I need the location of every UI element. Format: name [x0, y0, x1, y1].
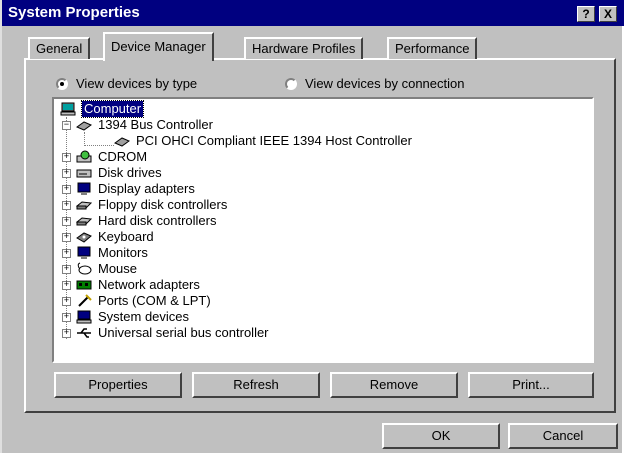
- keyboard-icon: [76, 232, 92, 243]
- tab-device-manager[interactable]: Device Manager: [103, 32, 214, 61]
- bus-icon: [76, 121, 92, 131]
- tree-item[interactable]: Floppy disk controllers: [76, 197, 227, 213]
- expand-toggle[interactable]: +: [62, 233, 71, 242]
- controller-icon: [76, 217, 92, 226]
- expand-toggle[interactable]: +: [62, 185, 71, 194]
- tree-item-label: Ports (COM & LPT): [98, 293, 211, 308]
- tree-item-label: Display adapters: [98, 181, 195, 196]
- tree-item-label: Hard disk controllers: [98, 213, 217, 228]
- tree-item[interactable]: CDROM: [76, 149, 147, 165]
- display-icon: [77, 182, 91, 195]
- tree-child-item[interactable]: PCI OHCI Compliant IEEE 1394 Host Contro…: [114, 133, 412, 149]
- system-icon: [76, 310, 92, 324]
- expand-toggle[interactable]: +: [62, 329, 71, 338]
- computer-icon: [60, 102, 76, 116]
- refresh-button[interactable]: Refresh: [192, 372, 320, 398]
- cancel-button[interactable]: Cancel: [508, 423, 618, 449]
- system-properties-window: System Properties ? X General Device Man…: [0, 0, 624, 453]
- disk-icon: [76, 169, 92, 178]
- tree-line-child-h: [84, 145, 114, 146]
- monitor-icon: [77, 246, 91, 259]
- remove-button[interactable]: Remove: [330, 372, 458, 398]
- expand-toggle[interactable]: +: [62, 281, 71, 290]
- expand-toggle[interactable]: +: [62, 153, 71, 162]
- tree-item[interactable]: Monitors: [76, 245, 148, 261]
- controller-icon: [76, 201, 92, 210]
- tree-item-label: 1394 Bus Controller: [98, 117, 213, 132]
- view-by-type-label: View devices by type: [76, 76, 198, 91]
- view-by-type-radio[interactable]: View devices by type: [56, 76, 197, 91]
- help-button[interactable]: ?: [577, 6, 595, 22]
- tab-performance[interactable]: Performance: [387, 37, 478, 59]
- tree-item-label: Keyboard: [98, 229, 154, 244]
- tree-child-label: PCI OHCI Compliant IEEE 1394 Host Contro…: [136, 133, 412, 148]
- view-by-connection-label: View devices by connection: [305, 76, 465, 91]
- tree-item[interactable]: Disk drives: [76, 165, 162, 181]
- view-by-connection-radio[interactable]: View devices by connection: [285, 76, 464, 91]
- tree-item[interactable]: Universal serial bus controller: [76, 325, 269, 341]
- tree-item[interactable]: Ports (COM & LPT): [76, 293, 211, 309]
- close-button[interactable]: X: [599, 6, 617, 22]
- properties-button[interactable]: Properties: [54, 372, 182, 398]
- cdrom-icon: [76, 150, 92, 163]
- tree-root-label: Computer: [80, 100, 145, 118]
- tab-general[interactable]: General: [28, 37, 91, 59]
- device-tree[interactable]: Computer − 1394 Bus Controller PCI OHCI …: [52, 97, 594, 363]
- expand-toggle[interactable]: +: [62, 169, 71, 178]
- expand-toggle[interactable]: +: [62, 249, 71, 258]
- print-button[interactable]: Print...: [468, 372, 594, 398]
- tree-item-label: System devices: [98, 309, 190, 324]
- tree-item-label: Mouse: [98, 261, 138, 276]
- window-title: System Properties: [8, 4, 140, 21]
- tree-item-label: Network adapters: [98, 277, 200, 292]
- mouse-icon: [77, 262, 92, 275]
- tree-item-label: Monitors: [98, 245, 148, 260]
- tree-item[interactable]: Hard disk controllers: [76, 213, 217, 229]
- tree-item-label: CDROM: [98, 149, 148, 164]
- expand-toggle[interactable]: +: [62, 217, 71, 226]
- port-icon: [78, 294, 92, 307]
- tree-item[interactable]: 1394 Bus Controller: [76, 117, 213, 133]
- usb-icon: [77, 328, 91, 338]
- tree-item-label: Floppy disk controllers: [98, 197, 228, 212]
- expand-toggle[interactable]: +: [62, 265, 71, 274]
- tree-item[interactable]: Display adapters: [76, 181, 195, 197]
- tree-line-child: [84, 132, 85, 146]
- tree-item[interactable]: Keyboard: [76, 229, 154, 245]
- expand-toggle[interactable]: +: [62, 201, 71, 210]
- ok-button[interactable]: OK: [382, 423, 500, 449]
- tree-item-label: Universal serial bus controller: [98, 325, 269, 340]
- bus-icon: [114, 137, 130, 147]
- radio-dot[interactable]: [285, 77, 297, 90]
- title-bar[interactable]: System Properties ? X: [2, 0, 624, 26]
- collapse-toggle[interactable]: −: [62, 121, 71, 130]
- tree-item[interactable]: System devices: [76, 309, 189, 325]
- tree-item-label: Disk drives: [98, 165, 162, 180]
- expand-toggle[interactable]: +: [62, 297, 71, 306]
- expand-toggle[interactable]: +: [62, 313, 71, 322]
- network-icon: [76, 280, 92, 290]
- tree-item[interactable]: Network adapters: [76, 277, 200, 293]
- tree-root-computer[interactable]: Computer: [60, 100, 145, 118]
- radio-dot-selected[interactable]: [56, 77, 68, 90]
- tree-item[interactable]: Mouse: [76, 261, 137, 277]
- tab-hardware-profiles[interactable]: Hardware Profiles: [244, 37, 364, 59]
